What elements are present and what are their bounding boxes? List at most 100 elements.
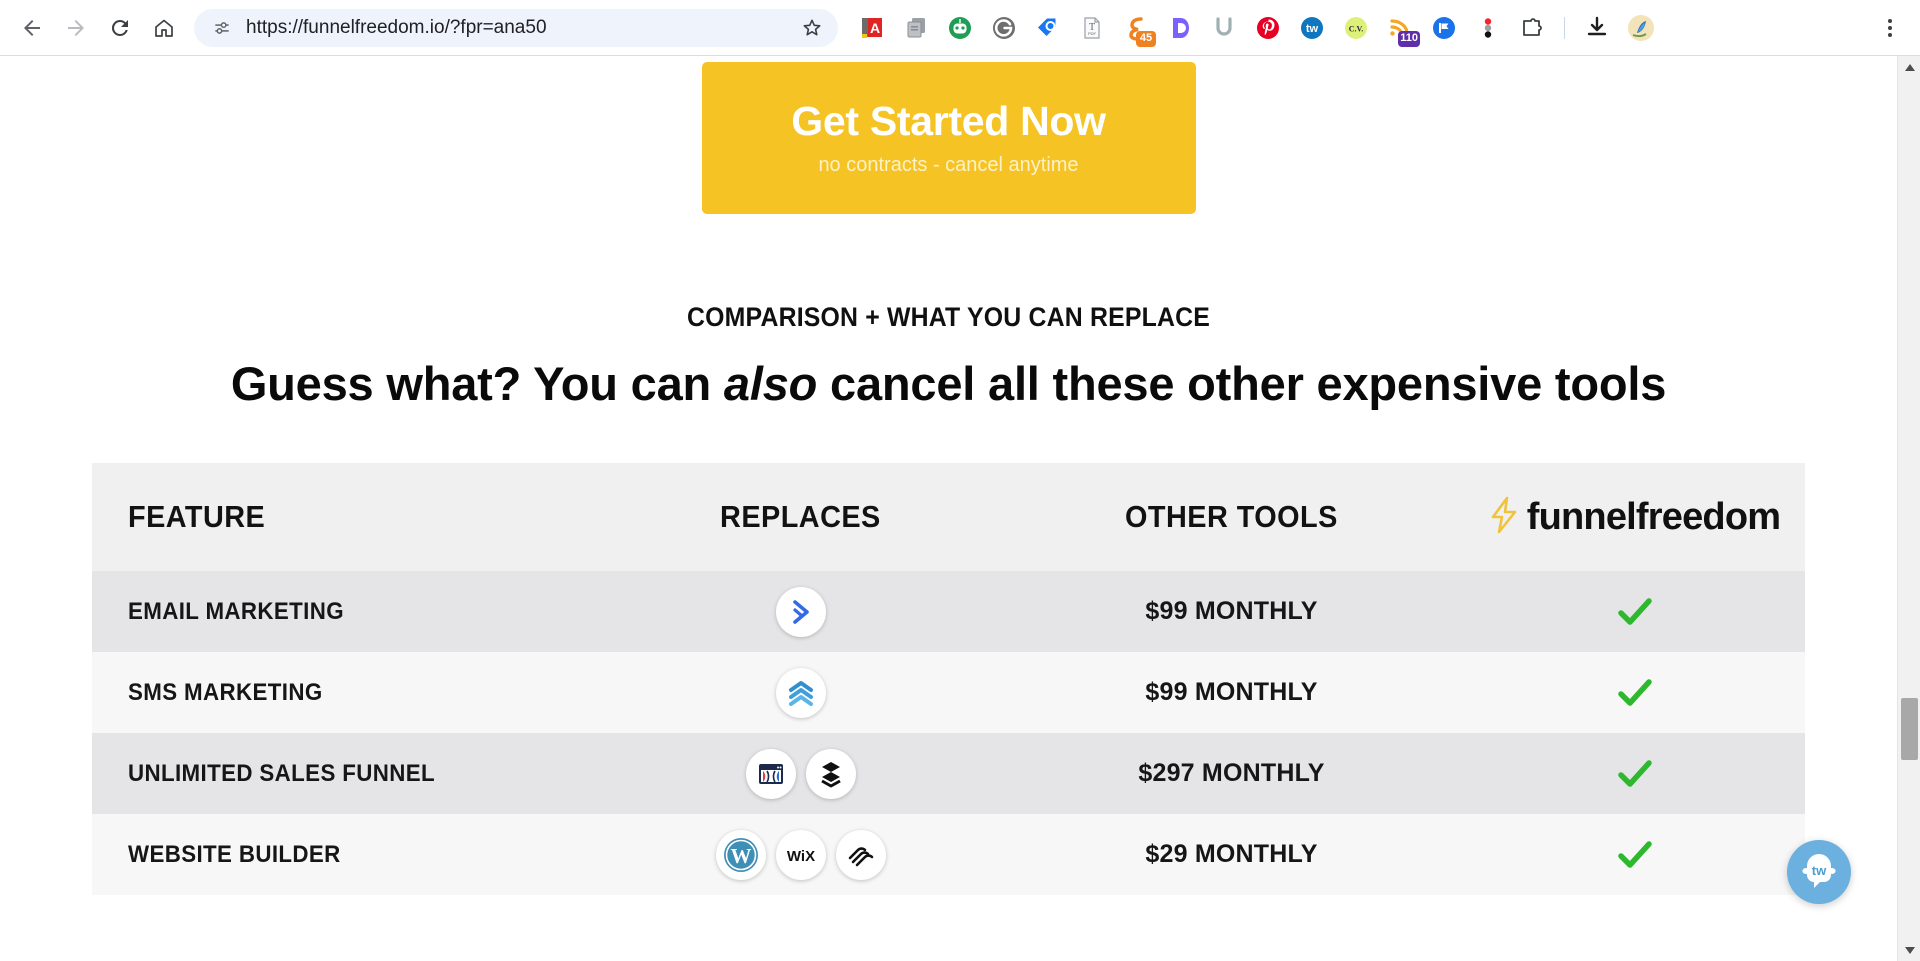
header-cell-brand: funnelfreedom — [1464, 496, 1805, 539]
text-document-extension-icon[interactable]: T PDF — [1070, 8, 1114, 48]
feature-label: EMAIL MARKETING — [128, 597, 344, 625]
page-scrollbar[interactable] — [1897, 56, 1920, 961]
row-price-cell: $99 MONTHLY — [999, 597, 1464, 626]
home-button[interactable] — [144, 8, 184, 48]
profile-avatar[interactable] — [1619, 8, 1663, 48]
row-feature-cell: EMAIL MARKETING — [92, 598, 602, 626]
svg-text:tw: tw — [1306, 23, 1319, 35]
table-row: UNLIMITED SALES FUNNEL $297 MONTHLY — [92, 733, 1805, 814]
page-title: Guess what? You can also cancel all thes… — [0, 356, 1897, 411]
scroll-up-arrow-icon[interactable] — [1898, 56, 1920, 78]
bookmark-star-icon[interactable] — [796, 12, 828, 44]
table-row: SMS MARKETING $99 MONTHLY — [92, 652, 1805, 733]
header-cell-feature: FEATURE — [92, 499, 602, 535]
header-label-replaces: REPLACES — [720, 499, 881, 534]
robot-assistant-extension-icon[interactable] — [938, 8, 982, 48]
traffic-light-extension-icon[interactable] — [1466, 8, 1510, 48]
row-feature-cell: SMS MARKETING — [92, 679, 602, 707]
scroll-down-arrow-icon[interactable] — [1898, 939, 1920, 961]
clickfunnels-icon — [745, 748, 796, 799]
extensions-strip: A T PDF 45 tw C.V. 110 — [850, 8, 1866, 48]
dealify-extension-icon[interactable] — [1158, 8, 1202, 48]
row-price-cell: $297 MONTHLY — [999, 759, 1464, 788]
svg-text:C.V.: C.V. — [1349, 24, 1364, 33]
header-cell-other-tools: OTHER TOOLS — [999, 499, 1464, 535]
seo-extension-icon[interactable]: 45 — [1114, 8, 1158, 48]
svg-text:tw: tw — [1812, 863, 1827, 878]
address-bar[interactable]: https://funnelfreedom.io/?fpr=ana50 — [194, 8, 838, 47]
url-text[interactable]: https://funnelfreedom.io/?fpr=ana50 — [246, 17, 796, 39]
chat-widget-button[interactable]: tw — [1787, 840, 1851, 904]
chrome-menu-icon[interactable] — [1870, 8, 1910, 48]
wordpress-icon: W — [715, 829, 766, 880]
extensions-puzzle-icon[interactable] — [1510, 8, 1554, 48]
header-label-feature: FEATURE — [128, 499, 266, 534]
forward-button[interactable] — [56, 8, 96, 48]
scrollbar-thumb[interactable] — [1901, 698, 1918, 760]
svg-text:W: W — [730, 844, 751, 868]
table-header-row: FEATURE REPLACES OTHER TOOLS funnelfreed… — [92, 463, 1805, 571]
row-feature-cell: WEBSITE BUILDER — [92, 841, 602, 869]
reload-button[interactable] — [100, 8, 140, 48]
flag-extension-icon[interactable] — [1422, 8, 1466, 48]
get-started-button[interactable]: Get Started Now no contracts - cancel an… — [701, 62, 1196, 214]
svg-text:PDF: PDF — [1088, 31, 1097, 36]
feed-reader-extension-icon[interactable]: 110 — [1378, 8, 1422, 48]
chat-bubble-icon: tw — [1802, 854, 1836, 888]
leadpages-icon — [805, 748, 856, 799]
check-icon — [1615, 835, 1655, 875]
downloads-icon[interactable] — [1575, 8, 1619, 48]
price-label: $29 MONTHLY — [1145, 840, 1318, 868]
lightning-bolt-icon — [1489, 496, 1519, 539]
row-replaces-cell — [602, 667, 999, 718]
brand-logo: funnelfreedom — [1489, 496, 1781, 539]
row-included-cell — [1464, 592, 1805, 632]
check-icon — [1615, 754, 1655, 794]
feed-reader-extension-badge: 110 — [1398, 30, 1420, 47]
price-label: $99 MONTHLY — [1145, 597, 1318, 625]
headline-part-2: cancel all these other expensive tools — [817, 357, 1667, 410]
site-settings-icon[interactable] — [208, 14, 236, 42]
dictionary-extension-icon[interactable]: A — [850, 8, 894, 48]
wix-icon: WiX — [775, 829, 826, 880]
page-viewport: Get Started Now no contracts - cancel an… — [0, 56, 1920, 961]
row-price-cell: $29 MONTHLY — [999, 840, 1464, 869]
row-replaces-cell: W WiX — [602, 829, 999, 880]
table-row: EMAIL MARKETING $99 MONTHLY — [92, 571, 1805, 652]
toolbar-divider — [1564, 16, 1565, 39]
activecampaign-icon — [775, 586, 826, 637]
grammarly-extension-icon[interactable] — [982, 8, 1026, 48]
pinterest-extension-icon[interactable] — [1246, 8, 1290, 48]
browser-toolbar: https://funnelfreedom.io/?fpr=ana50 A T … — [0, 0, 1920, 56]
feature-label: UNLIMITED SALES FUNNEL — [128, 759, 436, 787]
cta-title: Get Started Now — [791, 97, 1106, 144]
check-icon — [1615, 592, 1655, 632]
tag-extension-icon[interactable] — [1026, 8, 1070, 48]
table-row: WEBSITE BUILDER W WiX $29 MONTHLY — [92, 814, 1805, 895]
copy-pages-extension-icon[interactable] — [894, 8, 938, 48]
header-cell-replaces: REPLACES — [602, 499, 999, 535]
check-icon — [1615, 673, 1655, 713]
feature-label: WEBSITE BUILDER — [128, 840, 341, 868]
price-label: $297 MONTHLY — [1138, 759, 1325, 787]
row-price-cell: $99 MONTHLY — [999, 678, 1464, 707]
svg-text:A: A — [870, 20, 880, 36]
back-button[interactable] — [12, 8, 52, 48]
simpletexting-icon — [775, 667, 826, 718]
cta-section: Get Started Now no contracts - cancel an… — [0, 56, 1897, 214]
row-feature-cell: UNLIMITED SALES FUNNEL — [92, 760, 602, 788]
price-label: $99 MONTHLY — [1145, 678, 1318, 706]
seo-extension-badge: 45 — [1136, 30, 1156, 47]
svg-text:WiX: WiX — [786, 848, 814, 865]
section-eyebrow: COMPARISON + WHAT YOU CAN REPLACE — [687, 302, 1210, 332]
tawk-extension-icon[interactable]: tw — [1290, 8, 1334, 48]
squarespace-icon — [835, 829, 886, 880]
row-replaces-cell — [602, 586, 999, 637]
comparison-table: FEATURE REPLACES OTHER TOOLS funnelfreed… — [92, 463, 1805, 895]
row-included-cell — [1464, 835, 1805, 875]
cta-subtitle: no contracts - cancel anytime — [818, 154, 1079, 177]
underline-extension-icon[interactable] — [1202, 8, 1246, 48]
page-content: Get Started Now no contracts - cancel an… — [0, 56, 1897, 961]
cv-extension-icon[interactable]: C.V. — [1334, 8, 1378, 48]
headline-part-1: Guess what? You can — [230, 357, 724, 410]
